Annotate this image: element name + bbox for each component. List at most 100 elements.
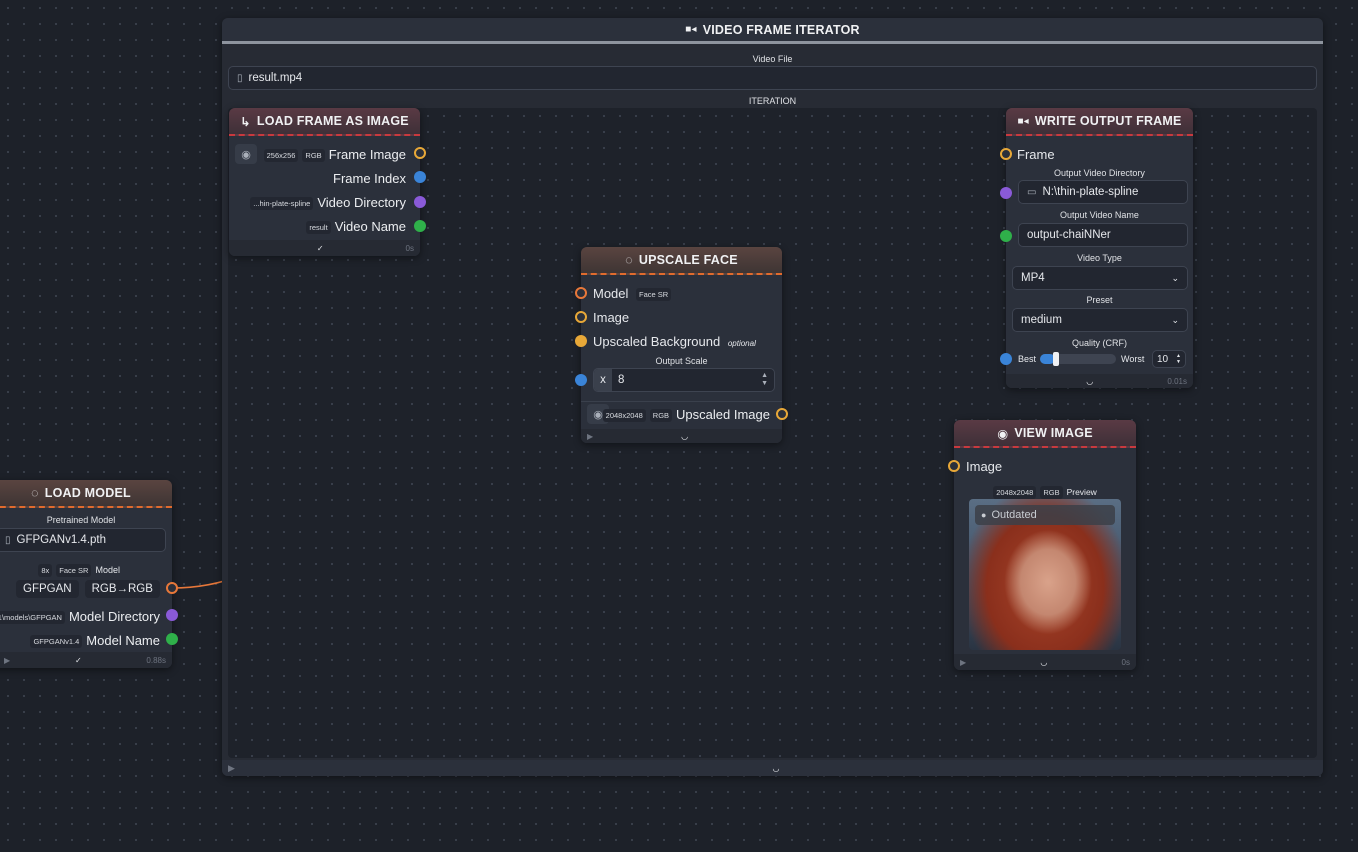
image-input-label: Image: [966, 459, 1003, 474]
folder-icon: ▭: [1027, 186, 1037, 198]
size-tag: 256x256: [263, 149, 299, 163]
model-port[interactable]: [166, 582, 178, 594]
model-input: Model Face SR: [593, 286, 675, 302]
eye-icon[interactable]: ◉: [235, 144, 257, 164]
output-divider: [581, 401, 782, 402]
arrow-return-icon: ↳: [240, 114, 251, 129]
chevron-down-icon: ⌄: [1171, 272, 1179, 283]
quality-value: 10: [1157, 353, 1169, 365]
upscale-face-header[interactable]: ◌ UPSCALE FACE: [581, 247, 782, 275]
outdated-badge: ● Outdated: [975, 505, 1115, 525]
image-port[interactable]: [948, 460, 960, 472]
upscale-face-node[interactable]: ◌ UPSCALE FACE Model Face SR Image Upsca…: [575, 247, 788, 443]
background-port[interactable]: [575, 335, 587, 347]
write-output-frame-node[interactable]: ■◂ WRITE OUTPUT FRAME Frame Output Video…: [1000, 108, 1193, 388]
background-input: Upscaled Background optional: [593, 334, 756, 349]
play-icon[interactable]: ▶: [587, 432, 593, 441]
pretrained-model-value: GFPGANv1.4.pth: [16, 534, 106, 546]
file-icon: ▯: [5, 534, 11, 546]
video-name-port[interactable]: [414, 220, 426, 232]
iterator-footer: ▶ ◡: [222, 760, 1323, 776]
scale-value: 8: [618, 374, 625, 386]
model-port[interactable]: [575, 287, 587, 299]
model-output-header: 8x Face SR Model: [38, 564, 120, 577]
file-icon: ▯: [237, 72, 243, 84]
output-name-input[interactable]: output-chaiNNer: [1018, 223, 1188, 247]
output-scale-stepper[interactable]: x 8 ▲ ▼: [593, 368, 775, 392]
video-type-value: MP4: [1021, 272, 1045, 284]
load-frame-title: LOAD FRAME AS IMAGE: [256, 114, 409, 128]
mode-tag: RGB: [1040, 486, 1063, 499]
load-frame-as-image-node[interactable]: ↳ LOAD FRAME AS IMAGE ◉ 256x256 RGB Frame …: [229, 108, 426, 256]
preview-image[interactable]: ● Outdated: [969, 499, 1121, 650]
directory-tag: ...hin-plate-spline: [250, 197, 314, 211]
write-output-header[interactable]: ■◂ WRITE OUTPUT FRAME: [1006, 108, 1193, 136]
image-port[interactable]: [575, 311, 587, 323]
quality-max-label: Worst: [1121, 354, 1145, 364]
load-model-node[interactable]: ◌ LOAD MODEL Pretrained Model ▯ GFPGANv1…: [0, 480, 178, 668]
loading-icon: ◡: [1086, 376, 1094, 386]
loading-icon: ◡: [772, 763, 780, 773]
frame-index-port[interactable]: [414, 171, 426, 183]
iterator-title: VIDEO FRAME ITERATOR: [702, 22, 860, 37]
check-icon: ✓: [316, 243, 324, 253]
play-icon[interactable]: ▶: [960, 658, 966, 667]
stepper-arrows-icon[interactable]: ▲ ▼: [1176, 353, 1181, 365]
output-name-port[interactable]: [1000, 230, 1012, 242]
upscaled-image-label: Upscaled Image: [676, 407, 770, 422]
quality-slider[interactable]: [1040, 352, 1116, 366]
quality-stepper[interactable]: 10 ▲ ▼: [1152, 350, 1186, 368]
model-name-port[interactable]: [166, 633, 178, 645]
load-model-header[interactable]: ◌ LOAD MODEL: [0, 480, 172, 508]
model-directory-port[interactable]: [166, 609, 178, 621]
output-dir-label: Output Video Directory: [1054, 168, 1145, 178]
scale-port[interactable]: [575, 374, 587, 386]
video-name-label: Video Name: [334, 219, 406, 234]
quality-port[interactable]: [1000, 353, 1012, 365]
scale-tag: 8x: [38, 564, 53, 577]
timing-badge: 0.01s: [1167, 376, 1187, 386]
video-type-select[interactable]: MP4 ⌄: [1012, 266, 1188, 290]
quality-slider-thumb[interactable]: [1053, 352, 1060, 366]
write-output-title: WRITE OUTPUT FRAME: [1034, 114, 1182, 128]
preset-select[interactable]: medium ⌄: [1012, 308, 1188, 332]
video-file-input[interactable]: ▯ result.mp4: [228, 66, 1317, 90]
timing-badge: 0s: [1121, 657, 1130, 667]
pretrained-model-input[interactable]: ▯ GFPGANv1.4.pth: [0, 528, 166, 552]
output-dir-input[interactable]: ▭ N:\thin-plate-spline: [1018, 180, 1188, 204]
loading-icon: ◌: [625, 253, 633, 267]
view-image-header[interactable]: ◉ VIEW IMAGE: [954, 420, 1136, 448]
upscale-face-footer: ▶ ◡: [581, 429, 782, 443]
output-dir-value: N:\thin-plate-spline: [1042, 186, 1139, 198]
upscaled-image-port[interactable]: [776, 408, 788, 420]
frame-port[interactable]: [1000, 148, 1012, 160]
arch-chip: GFPGAN: [16, 580, 79, 598]
size-tag: 2048x2048: [602, 409, 646, 423]
quality-min-label: Best: [1018, 354, 1037, 364]
video-directory-port[interactable]: [414, 196, 426, 208]
output-dir-port[interactable]: [1000, 187, 1012, 199]
directory-tag: ...1\models\GFPGAN: [0, 611, 65, 625]
timing-badge: 0s: [405, 243, 414, 253]
video-file-label: Video File: [752, 54, 793, 64]
scale-prefix: x: [594, 369, 612, 391]
model-output-label: Model: [95, 564, 120, 575]
preview-label: Preview: [1066, 486, 1097, 497]
play-icon[interactable]: ▶: [4, 656, 10, 665]
frame-label: Frame: [1017, 147, 1055, 162]
model-info-chips: GFPGAN RGB→RGB: [16, 580, 160, 598]
play-icon[interactable]: ▶: [228, 763, 235, 774]
frame-image-port[interactable]: [414, 147, 426, 159]
frame-image-label: Frame Image: [328, 147, 406, 162]
frame-index-label: Frame Index: [333, 171, 406, 186]
view-image-node[interactable]: ◉ VIEW IMAGE Image 2048x2048 RGB Preview ●…: [948, 420, 1136, 670]
timing-badge: 0.88s: [146, 655, 166, 665]
iterator-header[interactable]: ■◂ VIDEO FRAME ITERATOR: [222, 18, 1323, 44]
eye-icon: ◉: [997, 426, 1009, 441]
video-file-value: result.mp4: [248, 72, 303, 84]
stepper-arrows-icon[interactable]: ▲ ▼: [761, 372, 774, 388]
name-tag: GFPGANv1.4: [30, 635, 83, 649]
video-icon: ■◂: [685, 24, 697, 35]
load-frame-header[interactable]: ↳ LOAD FRAME AS IMAGE: [229, 108, 420, 136]
iteration-label: ITERATION: [748, 96, 797, 106]
